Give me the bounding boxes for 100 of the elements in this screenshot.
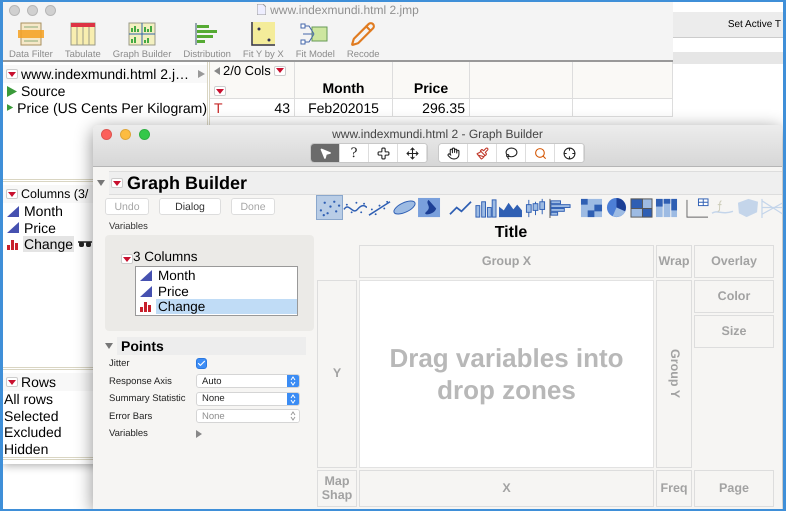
property-label: Error Bars xyxy=(109,410,154,422)
checkbox[interactable] xyxy=(196,358,207,370)
drop-zone[interactable]: Group X xyxy=(359,245,654,278)
columns-header: Columns (3/ xyxy=(21,187,88,201)
drop-zone[interactable]: Color xyxy=(694,280,774,313)
drop-zone[interactable]: Wrap xyxy=(656,245,692,278)
action-button[interactable]: Dialog xyxy=(159,198,221,215)
move-icon xyxy=(406,146,418,160)
toolbar-button[interactable]: Fit Y by X xyxy=(240,21,286,60)
magnifier-icon xyxy=(534,146,546,160)
column-list-title: 3 Columns xyxy=(133,249,198,264)
window-control-button[interactable] xyxy=(101,128,112,140)
chart-type-button[interactable] xyxy=(548,196,573,219)
toolbar-button[interactable]: Graph Builder xyxy=(110,21,174,60)
rows-header: Rows xyxy=(21,374,56,390)
outline-title: Graph Builder xyxy=(127,172,248,194)
pencil-icon xyxy=(350,21,376,47)
toolbar-button[interactable]: Recode xyxy=(344,21,382,60)
column-header[interactable]: Month xyxy=(295,62,393,98)
column-list-item[interactable]: Change xyxy=(156,299,297,314)
column-name[interactable]: Month xyxy=(23,203,64,220)
pointer-icon xyxy=(318,146,332,160)
toolbar-button[interactable]: Data Filter xyxy=(7,21,55,60)
set-active-button[interactable]: Set Active T xyxy=(728,19,781,30)
chart-type-button[interactable] xyxy=(685,196,710,219)
disclosure-triangle-icon[interactable] xyxy=(105,342,113,350)
toolbar-button[interactable]: Tabulate xyxy=(62,21,103,60)
heatmap-icon xyxy=(579,196,604,218)
menu-triangle-button[interactable] xyxy=(6,69,18,79)
stepper-icon xyxy=(290,411,296,422)
chart-type-button[interactable] xyxy=(654,196,679,219)
column-name[interactable]: Change xyxy=(23,236,74,252)
table-name: www.indexmundi.html 2.j… xyxy=(21,66,190,82)
chart-type-button[interactable] xyxy=(629,196,654,219)
row-state-label: Hidden xyxy=(4,440,48,457)
table-script[interactable]: Source xyxy=(21,83,66,100)
continuous-column-icon xyxy=(7,206,19,217)
table-icon xyxy=(68,21,98,47)
dropdown-select[interactable]: Auto xyxy=(196,374,300,388)
continuous-column-icon xyxy=(140,286,152,297)
property-label: Jitter xyxy=(109,358,131,370)
menu-triangle-button[interactable] xyxy=(6,189,18,199)
caption-box-icon xyxy=(685,196,710,218)
play-arrow-icon[interactable] xyxy=(7,102,14,114)
column-list-item[interactable]: Price xyxy=(156,284,297,299)
toolbar-button[interactable]: Fit Model xyxy=(294,21,337,60)
column-header[interactable]: Price xyxy=(393,62,470,98)
drop-zone[interactable]: Freq xyxy=(656,470,692,507)
tool-button[interactable] xyxy=(439,144,468,162)
drop-zone[interactable]: Size xyxy=(694,315,774,348)
stepper-icon xyxy=(290,376,296,386)
histogram-icon xyxy=(548,196,573,218)
bar-chart-icon xyxy=(7,238,19,250)
crosshair-icon xyxy=(562,146,576,160)
table-cell: 296.35 xyxy=(422,100,465,116)
contour-icon xyxy=(417,196,442,218)
points-header: Points xyxy=(117,337,306,355)
pie-chart-icon xyxy=(604,196,629,218)
menu-triangle-button[interactable] xyxy=(121,254,133,264)
row-marker: T xyxy=(214,100,223,116)
menu-triangle-button[interactable] xyxy=(214,86,226,96)
right-arrow-icon[interactable] xyxy=(198,70,206,78)
window-title: www.indexmundi.html 2.jmp xyxy=(270,2,419,17)
chart-type-button[interactable] xyxy=(417,196,442,219)
menu-triangle-button[interactable] xyxy=(274,66,286,76)
chart-type-button[interactable] xyxy=(604,196,629,219)
drop-zone[interactable]: Page xyxy=(694,470,774,507)
table-script[interactable]: Price (US Cents Per Kilogram) xyxy=(17,100,207,116)
play-arrow-icon[interactable] xyxy=(7,86,17,97)
continuous-column-icon xyxy=(7,222,19,234)
drop-zone[interactable]: X xyxy=(359,470,654,507)
menu-triangle-button[interactable] xyxy=(111,178,123,188)
drop-zone[interactable]: Overlay xyxy=(694,245,774,278)
cross-outline-icon xyxy=(376,146,390,160)
continuous-column-icon xyxy=(140,270,152,282)
box-plot-icon xyxy=(523,196,548,218)
property-label: Summary Statistic xyxy=(109,393,187,404)
left-arrow-icon[interactable] xyxy=(214,66,220,74)
drop-zone[interactable]: Map Shap xyxy=(317,470,357,507)
row-state-label: Excluded xyxy=(4,424,62,440)
disclosure-triangle-icon[interactable] xyxy=(97,179,105,187)
column-name[interactable]: Price xyxy=(23,220,57,236)
parallel-plot-icon xyxy=(760,196,782,218)
treemap-icon xyxy=(629,196,654,218)
table-cell: Feb202015 xyxy=(308,100,379,116)
graph-title: Title xyxy=(494,224,528,242)
drop-zone[interactable]: Y xyxy=(317,280,357,468)
chart-type-button[interactable] xyxy=(523,196,548,219)
lasso-icon xyxy=(504,146,518,160)
column-list-item[interactable]: Month xyxy=(156,268,297,284)
bar-grid-icon xyxy=(127,21,158,47)
brush-icon xyxy=(476,146,488,160)
menu-triangle-button[interactable] xyxy=(6,377,18,387)
chart-type-button[interactable] xyxy=(579,196,604,219)
row-number: 43 xyxy=(274,100,290,116)
toolbar-button[interactable]: Distribution xyxy=(181,21,233,60)
drop-zone[interactable]: Group Y xyxy=(656,280,692,468)
dropdown-select[interactable]: None xyxy=(196,392,300,406)
expand-arrow-icon[interactable] xyxy=(196,430,202,438)
chart-type-button[interactable] xyxy=(317,196,342,219)
